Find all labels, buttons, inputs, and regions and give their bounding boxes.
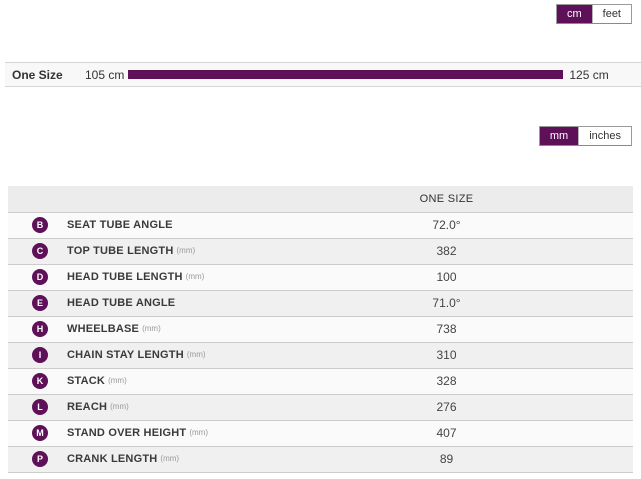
row-unit: (mm) — [160, 454, 180, 464]
row-label: REACH — [67, 400, 108, 413]
row-unit: (mm) — [185, 272, 205, 282]
row-letter-badge: H — [32, 320, 48, 337]
size-unit-feet-button[interactable]: feet — [591, 5, 631, 23]
table-row: P CRANK LENGTH (mm) 89 — [8, 446, 633, 473]
row-unit: (mm) — [186, 350, 206, 360]
row-letter-badge: L — [32, 398, 48, 415]
row-label-cell: B SEAT TUBE ANGLE — [8, 212, 260, 239]
table-row: I CHAIN STAY LENGTH (mm) 310 — [8, 342, 633, 369]
row-unit: (mm) — [108, 376, 127, 386]
table-row: C TOP TUBE LENGTH (mm) 382 — [8, 238, 633, 265]
row-value: 738 — [260, 316, 633, 343]
size-unit-cm-button[interactable]: cm — [556, 5, 592, 23]
row-value: 72.0° — [260, 212, 633, 239]
table-row: L REACH (mm) 276 — [8, 394, 633, 421]
geometry-unit-mm-button[interactable]: mm — [539, 127, 579, 145]
size-range-max: 125 cm — [569, 67, 609, 82]
row-label: HEAD TUBE ANGLE — [67, 296, 176, 309]
geometry-table: ONE SIZE B SEAT TUBE ANGLE 72.0° C TOP TUB… — [8, 186, 633, 473]
row-label-cell: L REACH (mm) — [8, 394, 260, 421]
row-value: 382 — [260, 238, 633, 265]
row-label-cell: I CHAIN STAY LENGTH (mm) — [8, 342, 260, 369]
geometry-unit-toggle-row: mm inches — [0, 126, 641, 146]
row-letter-badge: B — [32, 216, 48, 233]
table-row: K STACK (mm) 328 — [8, 368, 633, 395]
size-range-bar — [128, 70, 564, 79]
row-letter-badge: C — [32, 242, 48, 259]
size-range-row: One Size 105 cm 125 cm — [5, 62, 641, 87]
size-range-min: 105 cm — [85, 67, 125, 82]
row-label-cell: P CRANK LENGTH (mm) — [8, 446, 260, 473]
row-value: 407 — [260, 420, 633, 447]
row-unit: (mm) — [176, 246, 196, 256]
row-label-cell: M STAND OVER HEIGHT (mm) — [8, 420, 260, 447]
row-label-cell: C TOP TUBE LENGTH (mm) — [8, 238, 260, 265]
header-empty-cell — [8, 186, 260, 213]
row-label-cell: E HEAD TUBE ANGLE — [8, 290, 260, 317]
row-label: CRANK LENGTH — [67, 452, 158, 465]
row-letter-badge: E — [32, 294, 48, 311]
row-letter-badge: M — [32, 424, 48, 441]
row-letter-badge: D — [32, 268, 48, 285]
table-row: M STAND OVER HEIGHT (mm) 407 — [8, 420, 633, 447]
row-value: 310 — [260, 342, 633, 369]
row-label: SEAT TUBE ANGLE — [67, 218, 173, 231]
row-value: 100 — [260, 264, 633, 291]
row-label: STACK — [67, 374, 106, 387]
row-letter-badge: K — [32, 372, 48, 389]
table-row: D HEAD TUBE LENGTH (mm) 100 — [8, 264, 633, 291]
row-label: CHAIN STAY LENGTH — [67, 348, 184, 361]
row-value: 89 — [260, 446, 633, 473]
table-row: E HEAD TUBE ANGLE 71.0° — [8, 290, 633, 317]
row-label: HEAD TUBE LENGTH — [67, 270, 183, 283]
geometry-unit-inches-button[interactable]: inches — [578, 127, 631, 145]
row-unit: (mm) — [189, 428, 208, 438]
row-letter-badge: I — [32, 346, 48, 363]
row-label-cell: K STACK (mm) — [8, 368, 260, 395]
header-one-size: ONE SIZE — [260, 186, 633, 213]
row-letter-badge: P — [32, 450, 48, 467]
geometry-unit-toggle-group: mm inches — [538, 126, 632, 146]
row-label: TOP TUBE LENGTH — [67, 244, 174, 257]
row-label-cell: H WHEELBASE (mm) — [8, 316, 260, 343]
table-row: H WHEELBASE (mm) 738 — [8, 316, 633, 343]
row-value: 276 — [260, 394, 633, 421]
size-unit-toggle-row: cm feet — [0, 0, 641, 24]
row-label-cell: D HEAD TUBE LENGTH (mm) — [8, 264, 260, 291]
row-value: 328 — [260, 368, 633, 395]
row-unit: (mm) — [110, 402, 129, 412]
row-label: WHEELBASE — [67, 322, 140, 335]
size-range-label: One Size — [12, 67, 63, 82]
bike-geometry-page: cm feet One Size 105 cm 125 cm mm inches… — [0, 0, 641, 479]
row-unit: (mm) — [142, 324, 161, 334]
table-row: B SEAT TUBE ANGLE 72.0° — [8, 212, 633, 239]
geometry-table-header-row: ONE SIZE — [8, 186, 633, 213]
geometry-table-body: B SEAT TUBE ANGLE 72.0° C TOP TUBE LENGTH(… — [8, 212, 633, 473]
row-value: 71.0° — [260, 290, 633, 317]
row-label: STAND OVER HEIGHT — [67, 426, 187, 439]
size-unit-toggle-group: cm feet — [555, 4, 632, 24]
